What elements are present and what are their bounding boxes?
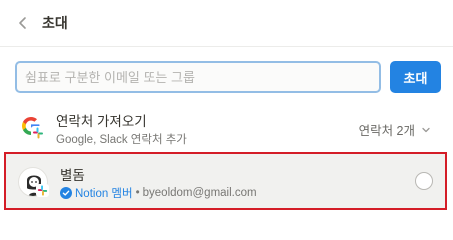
member-details: Notion 멤버 • byeoldom@gmail.com [60, 185, 257, 201]
invite-row: 초대 [15, 61, 441, 93]
member-suggestion-row[interactable]: 별돔 Notion 멤버 • byeoldom@gmail.com [4, 152, 447, 210]
member-separator: • [135, 187, 140, 199]
header-divider [0, 46, 453, 47]
invite-email-input[interactable] [15, 61, 381, 93]
member-email: byeoldom@gmail.com [142, 187, 257, 199]
contacts-count: 연락처 2개 [358, 124, 415, 138]
page-title: 초대 [42, 15, 68, 31]
chevron-left-icon[interactable] [15, 15, 31, 31]
contacts-count-dropdown[interactable]: 연락처 2개 [359, 120, 431, 139]
select-radio[interactable] [415, 172, 433, 190]
import-contacts-subtitle: Google, Slack 연락처 추가 [56, 134, 187, 146]
chevron-down-icon [422, 127, 430, 132]
import-contacts-title: 연락처 가져오기 [56, 114, 147, 129]
slack-logo-icon [36, 184, 49, 197]
member-name: 별돔 [60, 168, 85, 183]
header: 초대 [0, 0, 453, 46]
slack-logo-icon [31, 126, 45, 140]
member-badge: Notion 멤버 [75, 188, 133, 200]
invite-button[interactable]: 초대 [390, 61, 441, 93]
verified-check-icon [60, 187, 72, 199]
import-contacts-row[interactable]: 연락처 가져오기 Google, Slack 연락처 추가 연락처 2개 [0, 104, 453, 148]
